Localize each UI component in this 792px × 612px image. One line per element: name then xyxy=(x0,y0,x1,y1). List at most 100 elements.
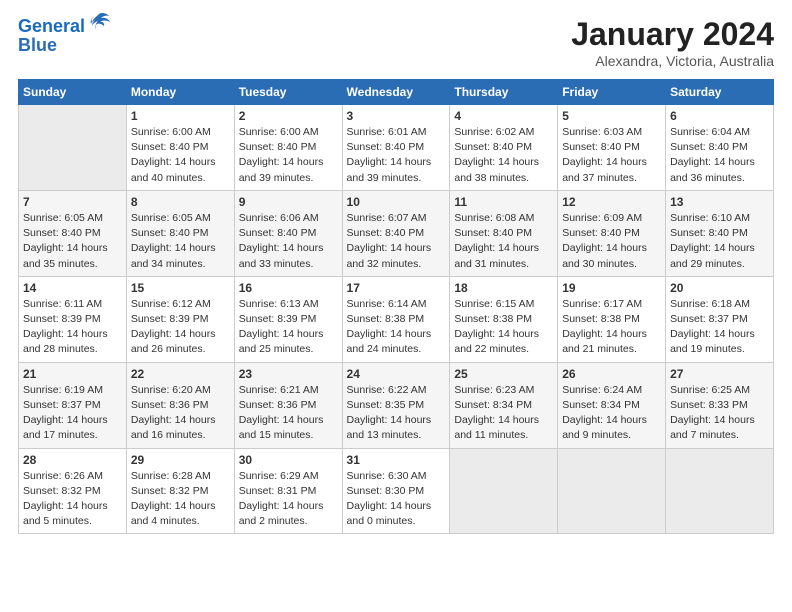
calendar-cell: 5Sunrise: 6:03 AMSunset: 8:40 PMDaylight… xyxy=(558,105,666,191)
cell-info: Sunrise: 6:12 AMSunset: 8:39 PMDaylight:… xyxy=(131,297,230,358)
calendar-cell: 28 Sunrise: 6:26 AMSunset: 8:32 PMDayligh… xyxy=(19,448,127,534)
date-number: 30 xyxy=(239,453,338,467)
cell-info: Sunrise: 6:26 AMSunset: 8:32 PMDaylight:… xyxy=(23,469,122,530)
calendar-cell: 18 Sunrise: 6:15 AMSunset: 8:38 PMDayligh… xyxy=(450,276,558,362)
date-number: 23 xyxy=(239,367,338,381)
header-day-monday: Monday xyxy=(126,80,234,105)
cell-info: Sunrise: 6:23 AMSunset: 8:34 PMDaylight:… xyxy=(454,383,553,444)
date-number: 28 xyxy=(23,453,122,467)
calendar-cell: 26 Sunrise: 6:24 AMSunset: 8:34 PMDayligh… xyxy=(558,362,666,448)
calendar-cell: 1 Sunrise: 6:00 AMSunset: 8:40 PMDaylight… xyxy=(126,105,234,191)
date-number: 16 xyxy=(239,281,338,295)
header-day-sunday: Sunday xyxy=(19,80,127,105)
calendar-cell: 22Sunrise: 6:20 AMSunset: 8:36 PMDayligh… xyxy=(126,362,234,448)
date-number: 6 xyxy=(670,109,769,123)
calendar-cell: 12 Sunrise: 6:09 AMSunset: 8:40 PMDayligh… xyxy=(558,190,666,276)
calendar-cell: 9Sunrise: 6:06 AMSunset: 8:40 PMDaylight… xyxy=(234,190,342,276)
logo: General Blue xyxy=(18,16,111,55)
date-number: 29 xyxy=(131,453,230,467)
logo-line2: Blue xyxy=(18,35,111,56)
date-number: 24 xyxy=(347,367,446,381)
cell-info: Sunrise: 6:10 AMSunset: 8:40 PMDaylight:… xyxy=(670,211,769,272)
cell-info: Sunrise: 6:09 AMSunset: 8:40 PMDaylight:… xyxy=(562,211,661,272)
date-number: 26 xyxy=(562,367,661,381)
calendar-cell: 3Sunrise: 6:01 AMSunset: 8:40 PMDaylight… xyxy=(342,105,450,191)
date-number: 31 xyxy=(347,453,446,467)
cell-info: Sunrise: 6:07 AMSunset: 8:40 PMDaylight:… xyxy=(347,211,446,272)
cell-info: Sunrise: 6:28 AMSunset: 8:32 PMDaylight:… xyxy=(131,469,230,530)
week-row-5: 28 Sunrise: 6:26 AMSunset: 8:32 PMDayligh… xyxy=(19,448,774,534)
calendar-cell: 19 Sunrise: 6:17 AMSunset: 8:38 PMDayligh… xyxy=(558,276,666,362)
calendar-cell: 27Sunrise: 6:25 AMSunset: 8:33 PMDayligh… xyxy=(666,362,774,448)
calendar-cell: 23Sunrise: 6:21 AMSunset: 8:36 PMDayligh… xyxy=(234,362,342,448)
main-title: January 2024 xyxy=(571,16,774,53)
calendar-cell: 13 Sunrise: 6:10 AMSunset: 8:40 PMDayligh… xyxy=(666,190,774,276)
cell-info: Sunrise: 6:18 AMSunset: 8:37 PMDaylight:… xyxy=(670,297,769,358)
cell-info: Sunrise: 6:05 AMSunset: 8:40 PMDaylight:… xyxy=(131,211,230,272)
date-number: 18 xyxy=(454,281,553,295)
page-header: General Blue January 2024 Alexandra, Vic… xyxy=(18,16,774,69)
week-row-3: 14 Sunrise: 6:11 AMSunset: 8:39 PMDayligh… xyxy=(19,276,774,362)
date-number: 12 xyxy=(562,195,661,209)
date-number: 13 xyxy=(670,195,769,209)
calendar-cell xyxy=(558,448,666,534)
week-row-4: 21 Sunrise: 6:19 AMSunset: 8:37 PMDayligh… xyxy=(19,362,774,448)
date-number: 21 xyxy=(23,367,122,381)
calendar-cell: 8 Sunrise: 6:05 AMSunset: 8:40 PMDaylight… xyxy=(126,190,234,276)
calendar-cell xyxy=(450,448,558,534)
cell-info: Sunrise: 6:02 AMSunset: 8:40 PMDaylight:… xyxy=(454,125,553,186)
date-number: 8 xyxy=(131,195,230,209)
date-number: 9 xyxy=(239,195,338,209)
calendar-cell: 16Sunrise: 6:13 AMSunset: 8:39 PMDayligh… xyxy=(234,276,342,362)
header-day-wednesday: Wednesday xyxy=(342,80,450,105)
calendar-cell xyxy=(666,448,774,534)
date-number: 11 xyxy=(454,195,553,209)
cell-info: Sunrise: 6:14 AMSunset: 8:38 PMDaylight:… xyxy=(347,297,446,358)
cell-info: Sunrise: 6:00 AMSunset: 8:40 PMDaylight:… xyxy=(239,125,338,186)
calendar-cell: 17 Sunrise: 6:14 AMSunset: 8:38 PMDayligh… xyxy=(342,276,450,362)
date-number: 20 xyxy=(670,281,769,295)
date-number: 19 xyxy=(562,281,661,295)
week-row-2: 7Sunrise: 6:05 AMSunset: 8:40 PMDaylight… xyxy=(19,190,774,276)
calendar-cell: 7Sunrise: 6:05 AMSunset: 8:40 PMDaylight… xyxy=(19,190,127,276)
cell-info: Sunrise: 6:17 AMSunset: 8:38 PMDaylight:… xyxy=(562,297,661,358)
calendar-cell: 30 Sunrise: 6:29 AMSunset: 8:31 PMDayligh… xyxy=(234,448,342,534)
cell-info: Sunrise: 6:11 AMSunset: 8:39 PMDaylight:… xyxy=(23,297,122,358)
date-number: 27 xyxy=(670,367,769,381)
calendar-cell: 24 Sunrise: 6:22 AMSunset: 8:35 PMDayligh… xyxy=(342,362,450,448)
date-number: 14 xyxy=(23,281,122,295)
calendar-cell: 4 Sunrise: 6:02 AMSunset: 8:40 PMDaylight… xyxy=(450,105,558,191)
cell-info: Sunrise: 6:24 AMSunset: 8:34 PMDaylight:… xyxy=(562,383,661,444)
calendar-cell: 11 Sunrise: 6:08 AMSunset: 8:40 PMDayligh… xyxy=(450,190,558,276)
calendar-cell: 2Sunrise: 6:00 AMSunset: 8:40 PMDaylight… xyxy=(234,105,342,191)
calendar-cell: 20 Sunrise: 6:18 AMSunset: 8:37 PMDayligh… xyxy=(666,276,774,362)
calendar-cell: 15 Sunrise: 6:12 AMSunset: 8:39 PMDayligh… xyxy=(126,276,234,362)
header-day-thursday: Thursday xyxy=(450,80,558,105)
calendar-cell: 21 Sunrise: 6:19 AMSunset: 8:37 PMDayligh… xyxy=(19,362,127,448)
subtitle: Alexandra, Victoria, Australia xyxy=(571,53,774,69)
calendar-cell: 14 Sunrise: 6:11 AMSunset: 8:39 PMDayligh… xyxy=(19,276,127,362)
cell-info: Sunrise: 6:22 AMSunset: 8:35 PMDaylight:… xyxy=(347,383,446,444)
header-day-friday: Friday xyxy=(558,80,666,105)
cell-info: Sunrise: 6:30 AMSunset: 8:30 PMDaylight:… xyxy=(347,469,446,530)
cell-info: Sunrise: 6:15 AMSunset: 8:38 PMDaylight:… xyxy=(454,297,553,358)
calendar-table: SundayMondayTuesdayWednesdayThursdayFrid… xyxy=(18,79,774,534)
calendar-cell: 31 Sunrise: 6:30 AMSunset: 8:30 PMDayligh… xyxy=(342,448,450,534)
week-row-1: 1 Sunrise: 6:00 AMSunset: 8:40 PMDaylight… xyxy=(19,105,774,191)
date-number: 22 xyxy=(131,367,230,381)
cell-info: Sunrise: 6:03 AMSunset: 8:40 PMDaylight:… xyxy=(562,125,661,186)
title-block: January 2024 Alexandra, Victoria, Austra… xyxy=(571,16,774,69)
date-number: 15 xyxy=(131,281,230,295)
cell-info: Sunrise: 6:29 AMSunset: 8:31 PMDaylight:… xyxy=(239,469,338,530)
date-number: 17 xyxy=(347,281,446,295)
cell-info: Sunrise: 6:08 AMSunset: 8:40 PMDaylight:… xyxy=(454,211,553,272)
cell-info: Sunrise: 6:05 AMSunset: 8:40 PMDaylight:… xyxy=(23,211,122,272)
cell-info: Sunrise: 6:00 AMSunset: 8:40 PMDaylight:… xyxy=(131,125,230,186)
date-number: 3 xyxy=(347,109,446,123)
cell-info: Sunrise: 6:19 AMSunset: 8:37 PMDaylight:… xyxy=(23,383,122,444)
logo-text: General xyxy=(18,16,85,37)
date-number: 4 xyxy=(454,109,553,123)
calendar-cell: 10Sunrise: 6:07 AMSunset: 8:40 PMDayligh… xyxy=(342,190,450,276)
calendar-cell: 25Sunrise: 6:23 AMSunset: 8:34 PMDayligh… xyxy=(450,362,558,448)
date-number: 1 xyxy=(131,109,230,123)
